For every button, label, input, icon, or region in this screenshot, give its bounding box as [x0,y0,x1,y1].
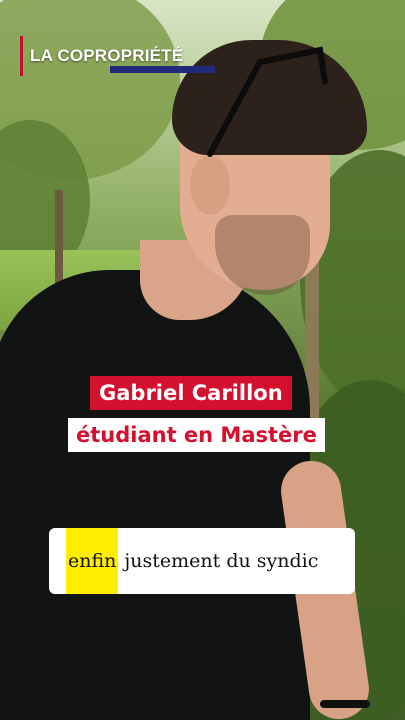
subtitle-text: justement du syndic [124,550,319,572]
sunglasses-icon [207,46,328,157]
speaker-name: Gabriel Carillon [90,376,292,410]
bracelet [320,700,370,708]
subtitle-highlight-word: enfin [66,528,119,594]
video-frame [0,0,405,720]
person-shirt [0,270,310,720]
brand-underline [110,66,215,73]
brand-label: LA COPROPRIÉTÉ [30,46,184,65]
subtitle-caption: enfin justement du syndic [49,528,355,594]
brand-accent-bar [20,36,23,76]
speaker-role: étudiant en Mastère [68,418,325,452]
person-ear [190,155,230,215]
